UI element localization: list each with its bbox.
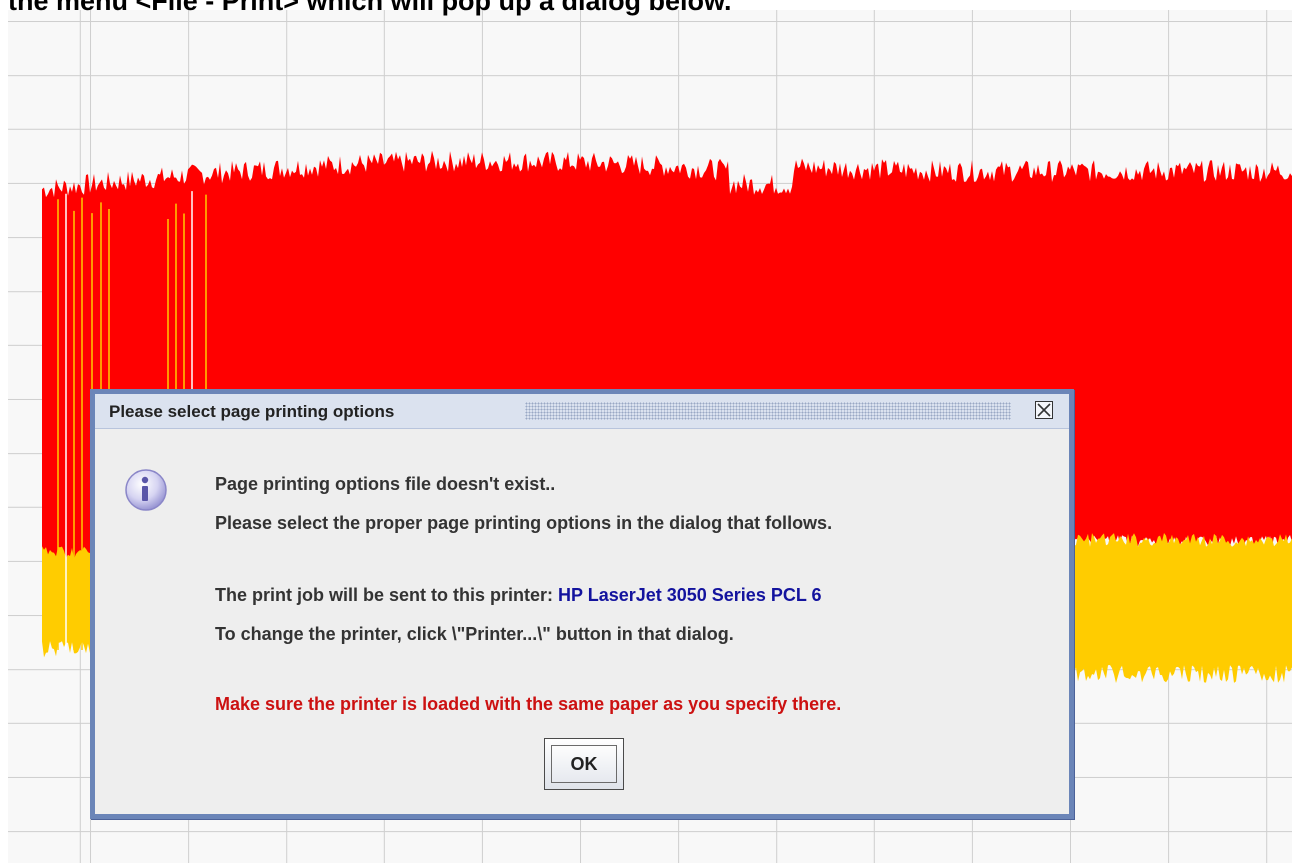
close-icon [1037, 403, 1051, 417]
printer-label: The print job will be sent to this print… [215, 585, 559, 605]
dialog-title: Please select page printing options [109, 402, 403, 422]
information-icon [123, 467, 169, 513]
dialog-titlebar[interactable]: Please select page printing options [95, 394, 1069, 429]
message-line-1: Page printing options file doesn't exist… [215, 474, 556, 494]
message-line-3: The print job will be sent to this print… [215, 585, 822, 606]
printer-name: HP LaserJet 3050 Series PCL 6 [558, 585, 822, 605]
warning-message: Make sure the printer is loaded with the… [215, 694, 842, 714]
close-button[interactable] [1035, 401, 1053, 419]
ok-button-label: OK [551, 745, 617, 783]
message-line-2: Please select the proper page printing o… [215, 513, 833, 533]
ok-button[interactable]: OK [544, 738, 624, 790]
print-options-dialog: Please select page printing options Page… [90, 389, 1074, 819]
message-line-4: To change the printer, click \"Printer..… [215, 624, 734, 644]
titlebar-texture [525, 402, 1011, 420]
page-caption: the menu <File - Print> which will pop u… [8, 0, 732, 16]
